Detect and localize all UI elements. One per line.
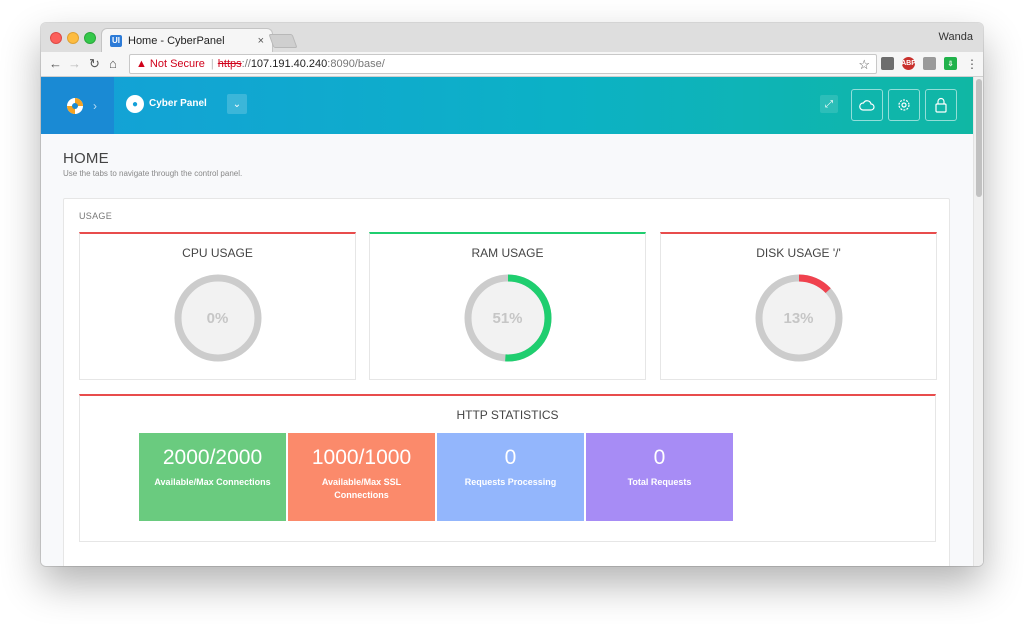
url-scheme-separator: :// [241,58,251,70]
gauge-title: DISK USAGE '/' [756,246,841,260]
page-subtitle: Use the tabs to navigate through the con… [63,169,243,178]
cloud-button[interactable] [851,89,883,121]
url-separator: | [210,58,214,70]
stat-total-requests: 0 Total Requests [586,433,733,521]
cloud-icon [859,100,875,111]
favicon-icon: UI [110,34,122,47]
ram-gauge: 51% [462,272,554,364]
stat-connections: 2000/2000 Available/Max Connections [139,433,286,521]
warning-icon: ▲ [136,58,147,70]
reader-icon[interactable] [923,57,936,70]
browser-menu-icon[interactable]: ⋮ [966,57,978,71]
pocket-icon[interactable] [881,57,894,70]
address-bar[interactable]: ▲ Not Secure | https :// 107.191.40.240 … [129,54,877,74]
settings-button[interactable] [888,89,920,121]
user-avatar-icon[interactable]: ● [126,95,144,113]
stat-label: Total Requests [627,477,692,487]
stat-value: 2000/2000 [162,446,263,469]
expand-icon[interactable]: ⤢ [820,95,838,113]
scrollbar-thumb[interactable] [976,79,982,197]
stat-label: Requests Processing [464,477,557,487]
http-statistics-card: HTTP STATISTICS 2000/2000 Available/Max … [79,394,936,542]
stat-requests-processing: 0 Requests Processing [437,433,584,521]
browser-tab-active[interactable]: UI Home - CyberPanel × [101,28,273,52]
gauge-value: 0% [206,309,229,327]
profile-name[interactable]: Wanda [939,31,973,43]
user-dropdown-button[interactable]: ⌄ [227,94,247,114]
stat-value: 0 [504,446,517,469]
user-name[interactable]: Cyber Panel [149,98,207,109]
new-tab-button[interactable] [268,34,298,48]
page-viewport: › ● Cyber Panel ⌄ ⤢ HOME Use the tabs to… [41,77,983,566]
logo-block[interactable]: › [41,77,114,134]
cpu-gauge: 0% [172,272,264,364]
stat-label: Available/Max Connections [154,477,271,487]
stat-ssl-connections: 1000/1000 Available/Max SSL Connections [288,433,435,521]
chevron-right-icon: › [93,98,97,113]
lock-button[interactable] [925,89,957,121]
forward-arrow-icon[interactable]: → [68,57,81,71]
url-host: 107.191.40.240 [250,58,328,70]
lock-icon [935,97,947,113]
ram-usage-card: RAM USAGE 51% [369,232,646,380]
http-statistics-title: HTTP STATISTICS [456,408,559,422]
url-path: :8090/base/ [327,58,385,70]
close-window-button[interactable] [50,32,62,44]
disk-usage-card: DISK USAGE '/' 13% [660,232,937,380]
gauge-title: RAM USAGE [471,246,544,260]
url-scheme: https [217,58,242,70]
usage-label: USAGE [79,211,113,221]
close-tab-icon[interactable]: × [258,35,264,47]
adblock-icon[interactable]: ABP [901,57,916,70]
gear-icon [898,99,910,111]
reload-icon[interactable]: ↻ [89,57,100,71]
disk-gauge: 13% [753,272,845,364]
page-scrollbar[interactable] [973,77,983,566]
stat-value: 1000/1000 [311,446,412,469]
browser-toolbar: ← → ↻ ⌂ ▲ Not Secure | https :// 107.191… [41,52,983,77]
browser-window: UI Home - CyberPanel × Wanda ← → ↻ ⌂ ▲ N… [41,23,983,566]
tab-title: Home - CyberPanel [128,34,225,47]
gauge-title: CPU USAGE [182,246,253,260]
cyberpanel-logo [67,97,83,114]
back-arrow-icon[interactable]: ← [49,57,62,71]
home-icon[interactable]: ⌂ [109,57,117,71]
gauge-value: 13% [783,309,814,327]
app-header: › ● Cyber Panel ⌄ ⤢ [41,77,973,134]
tab-strip: UI Home - CyberPanel × Wanda [41,23,983,52]
minimize-window-button[interactable] [67,32,79,44]
bookmark-star-icon[interactable]: ☆ [858,57,870,73]
stat-label: Available/Max SSL Connections [321,477,402,500]
stat-value: 0 [653,446,666,469]
usage-panel: USAGE CPU USAGE 0% RAM USAGE 51% DISK US… [63,198,950,566]
maximize-window-button[interactable] [84,32,96,44]
cpu-usage-card: CPU USAGE 0% [79,232,356,380]
page-title: HOME [63,150,109,167]
download-icon[interactable]: ⇩ [944,57,957,70]
not-secure-label: Not Secure [149,58,205,70]
gauge-value: 51% [492,309,523,327]
